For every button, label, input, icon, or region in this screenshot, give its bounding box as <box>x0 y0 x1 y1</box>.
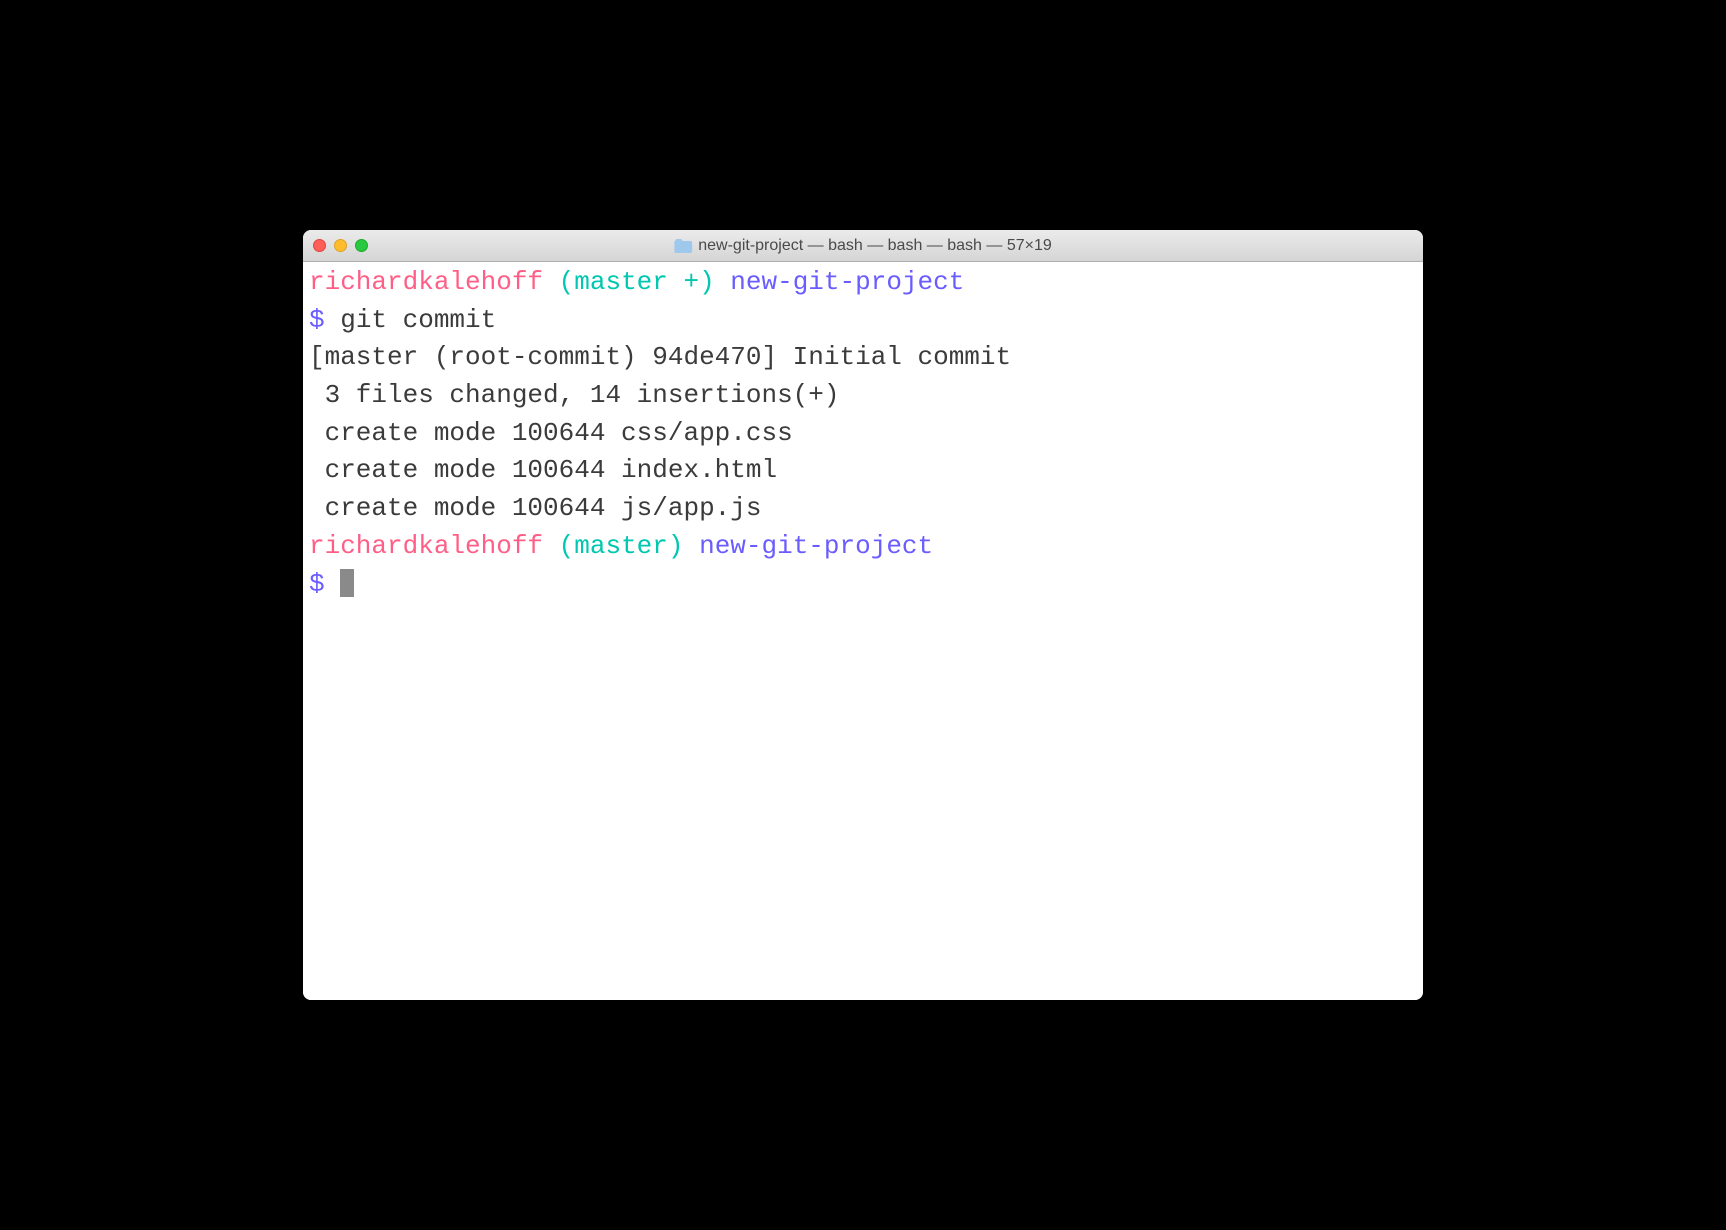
output-line: 3 files changed, 14 insertions(+) <box>309 380 840 410</box>
prompt-symbol: $ <box>309 305 325 335</box>
window-title-text: new-git-project — bash — bash — bash — 5… <box>698 237 1052 255</box>
prompt-symbol: $ <box>309 569 325 599</box>
titlebar[interactable]: new-git-project — bash — bash — bash — 5… <box>303 230 1423 262</box>
output-line: create mode 100644 js/app.js <box>309 493 761 523</box>
prompt-dir: new-git-project <box>730 267 964 297</box>
maximize-button[interactable] <box>355 239 368 252</box>
output-line: create mode 100644 index.html <box>309 455 777 485</box>
prompt-user: richardkalehoff <box>309 267 543 297</box>
close-button[interactable] <box>313 239 326 252</box>
folder-icon <box>674 239 692 253</box>
output-line: create mode 100644 css/app.css <box>309 418 793 448</box>
output-line: [master (root-commit) 94de470] Initial c… <box>309 342 1011 372</box>
cursor <box>340 569 354 597</box>
prompt-branch: (master +) <box>559 267 715 297</box>
traffic-lights <box>313 239 368 252</box>
terminal-window: new-git-project — bash — bash — bash — 5… <box>303 230 1423 1000</box>
terminal-body[interactable]: richardkalehoff (master +) new-git-proje… <box>303 262 1423 1000</box>
command-text: git commit <box>340 305 496 335</box>
prompt-dir: new-git-project <box>699 531 933 561</box>
window-title: new-git-project — bash — bash — bash — 5… <box>674 237 1052 255</box>
prompt-user: richardkalehoff <box>309 531 543 561</box>
minimize-button[interactable] <box>334 239 347 252</box>
prompt-branch: (master) <box>559 531 684 561</box>
